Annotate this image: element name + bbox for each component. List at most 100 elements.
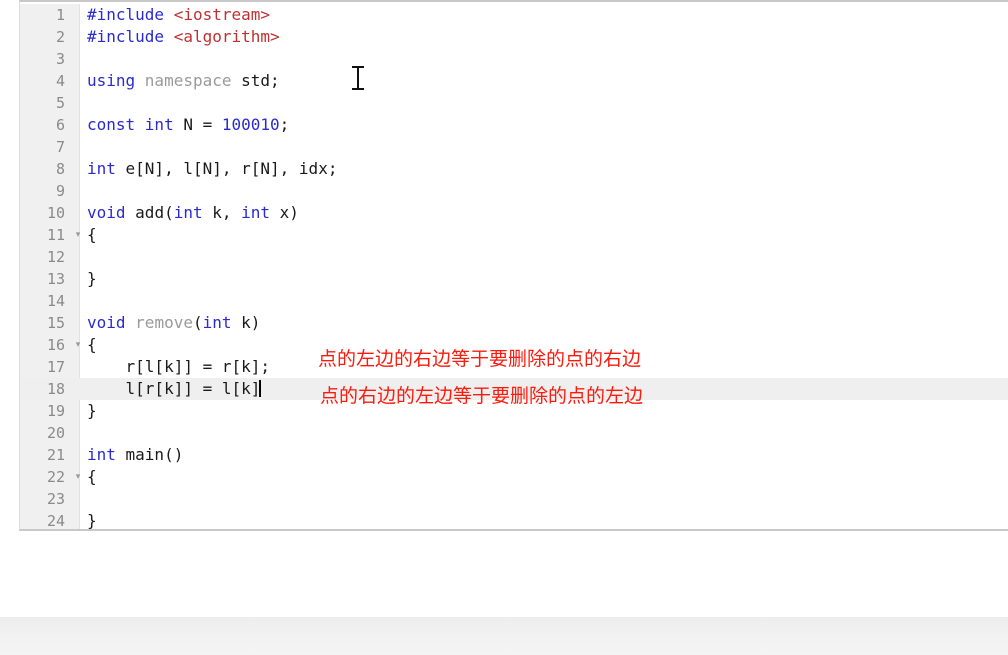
- code-text[interactable]: {: [87, 334, 97, 356]
- code-token: remove: [135, 313, 193, 332]
- code-token: const: [87, 115, 145, 134]
- line-number: 16: [46, 336, 65, 354]
- code-text[interactable]: #include <algorithm>: [87, 26, 280, 48]
- line-number: 10: [46, 204, 65, 222]
- code-line[interactable]: 6 const int N = 100010;: [20, 114, 1008, 136]
- code-token: void: [87, 203, 136, 222]
- code-text[interactable]: }: [87, 268, 97, 290]
- code-token: <algorithm>: [173, 27, 280, 46]
- line-number: 6: [55, 116, 65, 134]
- code-token: int: [87, 445, 126, 464]
- code-line[interactable]: 23: [20, 488, 1008, 510]
- code-token: k): [241, 313, 261, 332]
- line-number: 3: [55, 50, 65, 68]
- code-line[interactable]: 4 using namespace std;: [20, 70, 1008, 92]
- code-line[interactable]: 14: [20, 290, 1008, 312]
- screen: 1 #include <iostream> 2 #include <algorithm…: [0, 0, 1008, 655]
- code-text[interactable]: {: [87, 224, 97, 246]
- code-token: ;: [279, 115, 290, 134]
- code-text[interactable]: const int N = 100010;: [87, 114, 289, 136]
- code-token: int: [173, 203, 213, 222]
- code-line[interactable]: 9: [20, 180, 1008, 202]
- code-token: <iostream>: [173, 5, 271, 24]
- text-caret: [259, 380, 262, 397]
- code-content-area[interactable]: 1 #include <iostream> 2 #include <algorithm…: [20, 4, 1008, 530]
- code-token: void: [87, 313, 136, 332]
- code-token: e[N], l[N], r[N], idx;: [125, 159, 338, 178]
- code-token: #include: [87, 5, 174, 24]
- code-text[interactable]: void add(int k, int x): [87, 202, 299, 224]
- code-line[interactable]: 1 #include <iostream>: [20, 4, 1008, 26]
- code-token: k,: [212, 203, 242, 222]
- code-token: }: [87, 269, 97, 288]
- line-number: 9: [55, 182, 65, 200]
- fold-triangle-icon[interactable]: ▾: [72, 334, 84, 356]
- code-line[interactable]: 10 void add(int k, int x): [20, 202, 1008, 224]
- code-token: int: [241, 203, 280, 222]
- code-token: }: [87, 511, 97, 530]
- line-number: 1: [55, 6, 65, 24]
- code-token: }: [87, 401, 97, 420]
- line-number: 8: [55, 160, 65, 178]
- line-number: 5: [55, 94, 65, 112]
- code-line[interactable]: 13}: [20, 268, 1008, 290]
- code-line[interactable]: 12: [20, 246, 1008, 268]
- code-text[interactable]: void remove(int k): [87, 312, 260, 334]
- code-token: (: [192, 313, 203, 332]
- line-number: 19: [46, 402, 65, 420]
- code-token: using: [87, 71, 145, 90]
- code-text[interactable]: #include <iostream>: [87, 4, 270, 26]
- code-line[interactable]: 20: [20, 422, 1008, 444]
- line-number: 18: [46, 380, 65, 398]
- line-number: 23: [46, 490, 65, 508]
- code-token: namespace: [144, 71, 242, 90]
- code-editor[interactable]: 1 #include <iostream> 2 #include <algorithm…: [19, 0, 1008, 531]
- code-token: {: [87, 467, 97, 486]
- code-token: add(: [135, 203, 174, 222]
- code-token: int: [87, 159, 126, 178]
- line-number: 21: [46, 446, 65, 464]
- annotation-right-left: 点的右边的左边等于要删除的点的左边: [320, 385, 644, 407]
- code-token: N =: [183, 115, 222, 134]
- code-token: r[l[k]] = r[k];: [87, 357, 271, 376]
- code-text[interactable]: int e[N], l[N], r[N], idx;: [87, 158, 337, 180]
- code-text[interactable]: r[l[k]] = r[k];: [87, 356, 271, 378]
- code-text[interactable]: int main(): [87, 444, 183, 466]
- line-number: 4: [55, 72, 65, 90]
- code-token: x): [279, 203, 299, 222]
- code-line[interactable]: 3: [20, 48, 1008, 70]
- line-number: 22: [46, 468, 65, 486]
- code-line[interactable]: 7: [20, 136, 1008, 158]
- annotation-left-right: 点的左边的右边等于要删除的点的右边: [318, 348, 642, 370]
- fold-triangle-icon[interactable]: ▾: [72, 466, 84, 488]
- line-number: 13: [46, 270, 65, 288]
- code-text[interactable]: }: [87, 400, 97, 422]
- code-token: #include: [87, 27, 174, 46]
- code-line[interactable]: 5: [20, 92, 1008, 114]
- code-token: std;: [241, 71, 280, 90]
- code-line[interactable]: 22 ▾{: [20, 466, 1008, 488]
- code-token: l[r[k]] = l[k]: [87, 379, 261, 398]
- code-token: int: [144, 115, 184, 134]
- code-line[interactable]: 2 #include <algorithm>: [20, 26, 1008, 48]
- code-text[interactable]: {: [87, 466, 97, 488]
- code-token: main(): [125, 445, 184, 464]
- code-token: int: [202, 313, 242, 332]
- code-line[interactable]: 11 ▾{: [20, 224, 1008, 246]
- line-number: 24: [46, 512, 65, 530]
- taskbar-strip: [0, 617, 1008, 655]
- line-number: 17: [46, 358, 65, 376]
- code-line[interactable]: 21 int main(): [20, 444, 1008, 466]
- code-line[interactable]: 8 int e[N], l[N], r[N], idx;: [20, 158, 1008, 180]
- code-line[interactable]: 24}: [20, 510, 1008, 530]
- code-token: {: [87, 225, 97, 244]
- code-token: 100010: [221, 115, 280, 134]
- line-number: 12: [46, 248, 65, 266]
- line-number: 15: [46, 314, 65, 332]
- code-text[interactable]: using namespace std;: [87, 70, 280, 92]
- code-text[interactable]: l[r[k]] = l[k]: [87, 378, 262, 400]
- fold-triangle-icon[interactable]: ▾: [72, 224, 84, 246]
- code-token: {: [87, 335, 97, 354]
- code-text[interactable]: }: [87, 510, 97, 530]
- code-line[interactable]: 15 void remove(int k): [20, 312, 1008, 334]
